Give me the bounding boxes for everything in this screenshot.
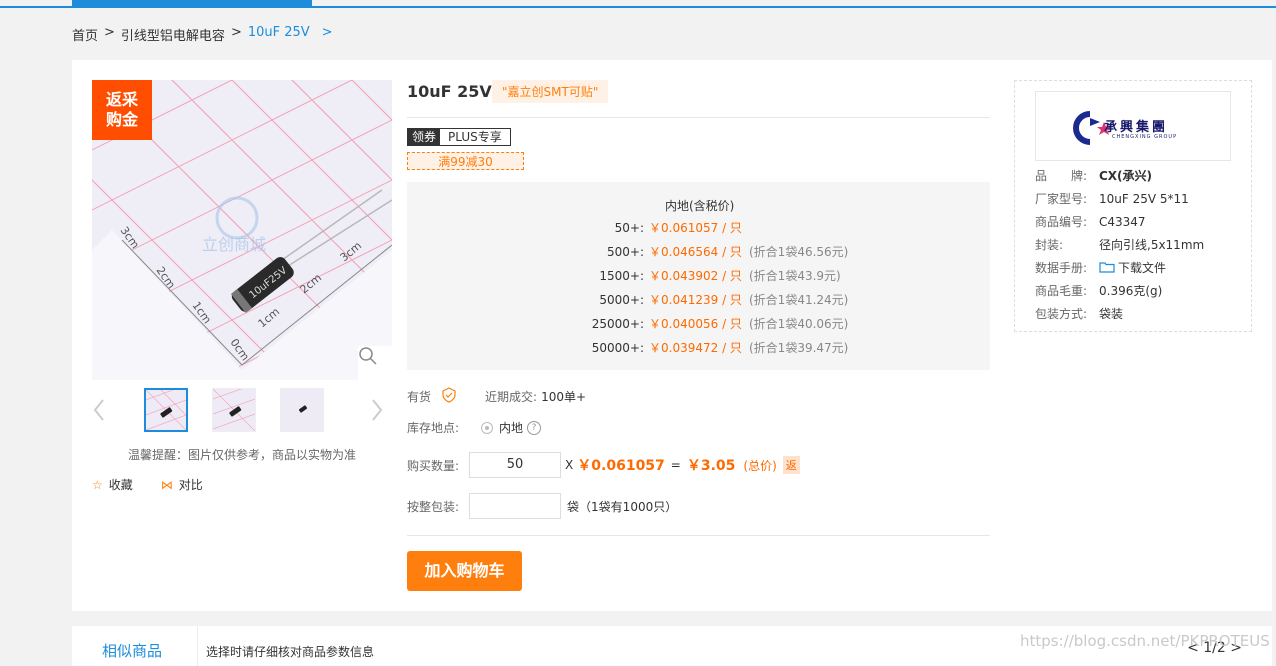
coupon-tag[interactable]: 领券 PLUS专享	[407, 128, 511, 146]
divider	[407, 117, 990, 118]
rebate-tag: 返	[782, 456, 800, 474]
spec-model: 厂家型号: 10uF 25V 5*11	[1035, 192, 1189, 206]
spec-brand: 品 牌: CX(承兴)	[1035, 169, 1153, 183]
watermark: https://blog.csdn.net/PKPROTEUS	[1020, 632, 1270, 650]
image-disclaimer: 温馨提醒：图片仅供参考，商品以实物为准	[128, 448, 357, 462]
smt-tag[interactable]: "嘉立创SMT可贴"	[492, 80, 609, 103]
package-label: 按整包装:	[407, 499, 460, 514]
thumbnail-2[interactable]	[212, 383, 256, 432]
shield-check-icon	[441, 387, 457, 406]
star-icon: ☆	[92, 478, 103, 492]
breadcrumb-separator: >	[104, 25, 115, 40]
spec-product-code: 商品编号: C43347	[1035, 215, 1146, 229]
recent-sales-value: 100单+	[541, 390, 587, 404]
quantity-label: 购买数量:	[407, 458, 460, 473]
active-nav-tab-marker	[72, 0, 312, 8]
price-row: 500+: ￥0.046564 / 只 (折合1袋46.56元)	[606, 245, 849, 259]
warehouse-row: 库存地点: 内地 ?	[407, 419, 542, 436]
product-title: 10uF 25V	[407, 82, 492, 101]
price-row: 50000+: ￥0.039472 / 只 (折合1袋39.47元)	[591, 341, 849, 355]
similar-products-note: 选择时请仔细核对商品参数信息	[206, 645, 375, 659]
help-icon[interactable]: ?	[527, 420, 542, 435]
coupon-text: PLUS专享	[440, 129, 510, 145]
breadcrumb-separator: >	[230, 25, 242, 40]
recent-sales-label: 近期成交:	[485, 390, 538, 404]
equals-sign: =	[670, 458, 681, 472]
total-label: (总价)	[743, 458, 777, 473]
spec-packaging: 包装方式: 袋装	[1035, 307, 1124, 321]
thumbnail-strip	[92, 383, 392, 436]
warehouse-value: 内地	[499, 421, 524, 435]
price-row: 25000+: ￥0.040056 / 只 (折合1袋40.06元)	[591, 317, 849, 331]
product-actions: ☆ 收藏 ⋈ 对比	[92, 476, 203, 493]
thumbnail-3[interactable]	[280, 388, 324, 432]
breadcrumb-current[interactable]: 10uF 25V	[248, 25, 310, 44]
price-row: 5000+: ￥0.041239 / 只 (折合1袋41.24元)	[599, 293, 849, 307]
favorite-button[interactable]: ☆ 收藏	[92, 476, 133, 493]
product-main-image[interactable]: 3cm 2cm 1cm 0cm 1cm 2cm 3cm 10uF25V 立创商城…	[92, 80, 392, 380]
multiply-sign: X	[565, 458, 574, 472]
package-input[interactable]	[469, 493, 562, 519]
spec-weight: 商品毛重: 0.396克(g)	[1035, 284, 1163, 298]
warehouse-label: 库存地点:	[407, 421, 460, 435]
price-row: 1500+: ￥0.043902 / 只 (折合1袋43.9元)	[599, 269, 841, 283]
compare-icon: ⋈	[160, 478, 173, 492]
price-header: 内地(含税价)	[665, 199, 735, 213]
folder-icon	[1099, 261, 1115, 277]
brand-logo-text: 承興集團	[1104, 120, 1169, 135]
total-price: ￥3.05	[686, 458, 736, 474]
rebate-badge: 返采 购金	[92, 80, 152, 140]
stock-status: 有货 近期成交: 100单+	[407, 387, 586, 406]
package-unit: 袋（1袋有1000只）	[567, 499, 678, 514]
breadcrumb-separator: >	[321, 25, 333, 40]
package-row: 按整包装: 袋（1袋有1000只）	[407, 493, 677, 519]
breadcrumb-category[interactable]: 引线型铝电解电容	[121, 25, 225, 44]
thumbnail-1[interactable]	[144, 384, 188, 432]
breadcrumb-home[interactable]: 首页	[72, 25, 98, 44]
unit-price: ￥0.061057	[577, 458, 665, 474]
download-datasheet-link[interactable]: 下载文件	[1118, 261, 1166, 275]
chevron-left-icon[interactable]	[92, 398, 106, 428]
warehouse-radio[interactable]	[481, 421, 494, 434]
divider	[407, 535, 990, 536]
brand-logo[interactable]: 承興集團 CHENGXING GROUP	[1035, 91, 1231, 161]
price-row: 50+: ￥0.061057 / 只	[614, 221, 742, 235]
spec-package: 封装: 径向引线,5x11mm	[1035, 238, 1205, 252]
top-nav-underline	[0, 0, 1276, 8]
price-tiers: 内地(含税价) 50+: ￥0.061057 / 只 500+: ￥0.046564…	[407, 182, 990, 370]
discount-tag[interactable]: 满99减30	[407, 152, 524, 170]
brand-logo-subtext: CHENGXING GROUP	[1112, 134, 1178, 140]
purchase-row: 购买数量: 50 X ￥0.061057 = ￥3.05 (总价) 返	[407, 452, 800, 478]
stock-label: 有货	[407, 390, 432, 404]
spec-datasheet: 数据手册: 下载文件	[1035, 261, 1167, 277]
breadcrumb: 首页 > 引线型铝电解电容 > 10uF 25V >	[72, 25, 339, 44]
tab-similar-products[interactable]: 相似商品	[102, 640, 162, 661]
compare-button[interactable]: ⋈ 对比	[161, 476, 203, 493]
search-icon[interactable]	[358, 346, 392, 380]
add-to-cart-button[interactable]: 加入购物车	[407, 551, 522, 591]
divider	[197, 626, 198, 666]
brand-info-panel: 承興集團 CHENGXING GROUP 品 牌: CX(承兴) 厂家型号: 10u…	[1014, 80, 1252, 332]
chevron-right-icon[interactable]	[370, 398, 384, 428]
quantity-input[interactable]: 50	[469, 452, 562, 478]
product-card: 3cm 2cm 1cm 0cm 1cm 2cm 3cm 10uF25V 立创商城…	[72, 60, 1272, 611]
coupon-label: 领券	[408, 129, 441, 145]
